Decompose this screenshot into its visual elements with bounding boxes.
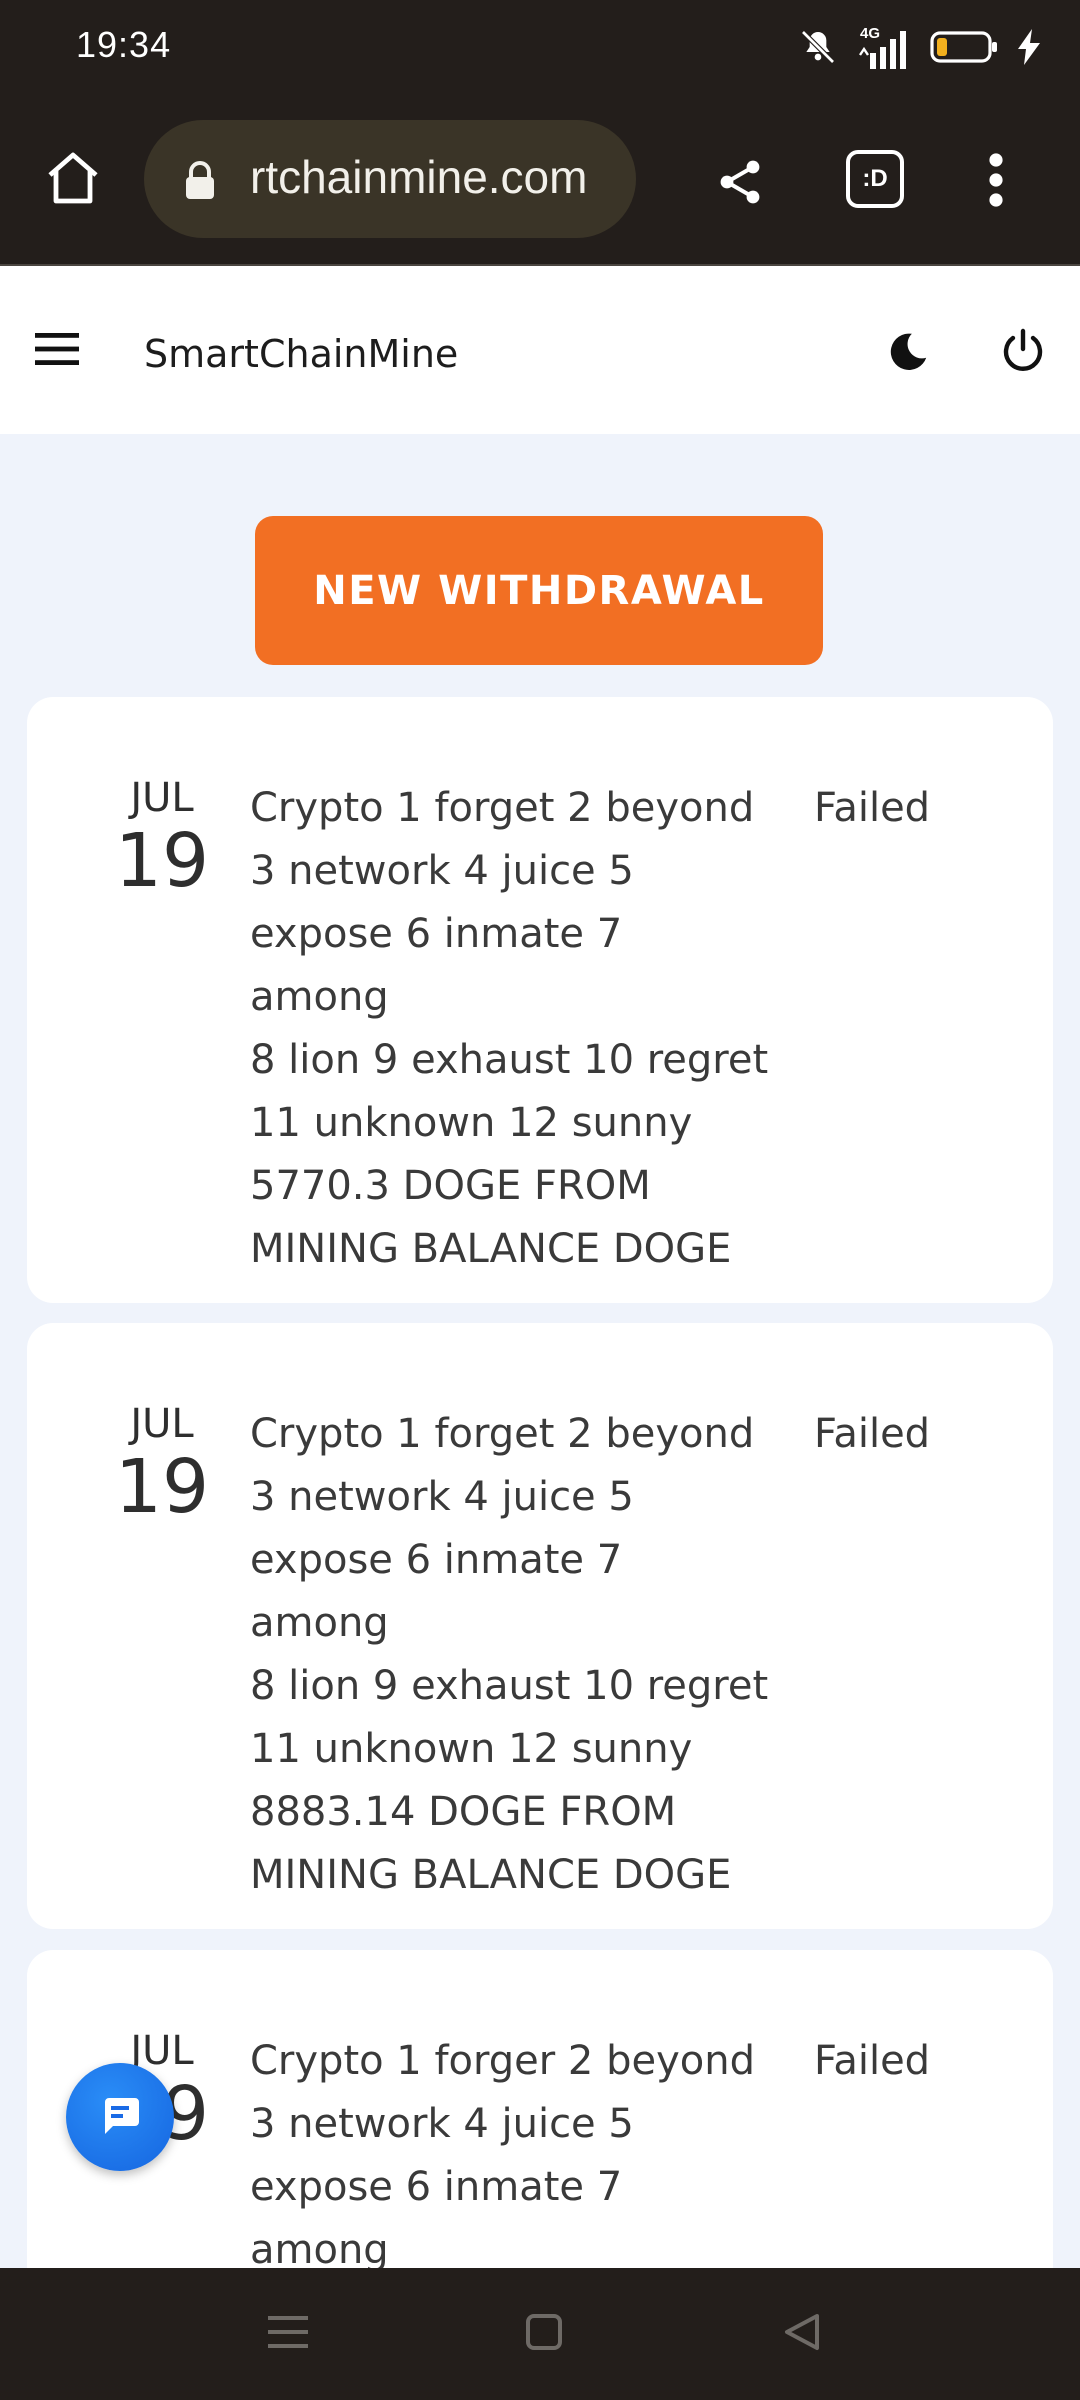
share-button[interactable] [702,146,778,222]
more-menu-button[interactable] [968,144,1024,220]
status-time: 19:34 [76,24,172,65]
lock-icon [182,160,218,200]
withdrawal-date: JUL 19 [89,775,235,901]
system-nav-bar [0,2268,1080,2400]
withdrawal-month: JUL [130,1401,194,1447]
withdrawal-status: Failed [814,1411,931,1457]
address-bar[interactable]: rtchainmine.com [144,120,636,238]
withdrawal-status: Failed [814,785,931,831]
chat-icon [99,2094,141,2140]
withdrawal-status: Failed [814,2038,931,2084]
tabs-icon: :D [862,165,888,192]
app-title: SmartChainMine [144,332,459,376]
withdrawal-day: 19 [114,1444,210,1530]
tabs-button[interactable]: :D [846,150,904,208]
withdrawal-card[interactable]: JUL 19 Crypto 1 forget 2 beyond 3 networ… [27,1323,1053,1929]
app-header: SmartChainMine [0,264,1080,434]
withdrawal-month: JUL [130,775,194,821]
home-nav-button[interactable] [514,2304,574,2364]
withdrawal-day: 19 [114,818,210,904]
browser-toolbar: rtchainmine.com :D [0,96,1080,264]
more-icon [988,152,1004,212]
chat-button[interactable] [66,2063,174,2171]
status-bar: 19:34 4G [0,0,1080,96]
menu-icon [35,333,79,369]
charging-icon [1018,29,1040,69]
home-icon [44,149,102,209]
home-nav-icon [525,2313,563,2355]
mute-icon [798,27,838,71]
power-icon [999,327,1047,379]
signal-icon: 4G [856,25,912,69]
share-icon [715,157,765,211]
withdrawal-description: Crypto 1 forget 2 beyond 3 network 4 jui… [250,785,769,1272]
back-button[interactable] [772,2304,832,2364]
back-icon [783,2312,821,2356]
dark-mode-icon [885,329,931,379]
dark-mode-toggle[interactable] [878,324,938,384]
recent-apps-button[interactable] [258,2304,318,2364]
menu-button[interactable] [28,326,86,376]
battery-icon [930,29,1000,69]
withdrawal-date: JUL 19 [89,1401,235,1527]
withdrawal-description: Crypto 1 forget 2 beyond 3 network 4 jui… [250,1411,769,1898]
withdrawal-card[interactable]: JUL 19 Crypto 1 forget 2 beyond 3 networ… [27,697,1053,1303]
home-button[interactable] [38,144,108,214]
recent-apps-icon [268,2314,308,2354]
logout-button[interactable] [992,322,1054,384]
url-text: rtchainmine.com [250,151,588,203]
new-withdrawal-button[interactable]: NEW WITHDRAWAL [255,516,823,665]
status-icons: 4G [798,25,1040,72]
